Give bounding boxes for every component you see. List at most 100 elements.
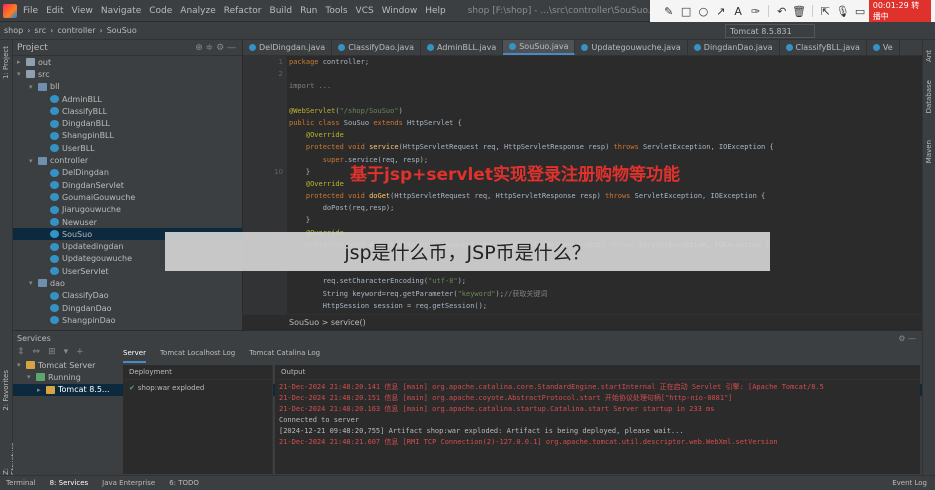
circle-icon[interactable]: ○ xyxy=(695,5,712,18)
code-line[interactable]: req.setCharacterEncoding("utf-8"); xyxy=(289,275,919,287)
breadcrumb-item[interactable]: controller xyxy=(57,26,95,35)
chevron-down-icon[interactable]: ▾ xyxy=(29,83,38,91)
tree-item[interactable]: DingdanServlet xyxy=(13,179,242,191)
database-tool-tab[interactable]: Database xyxy=(925,80,933,113)
java-enterprise-tab[interactable]: Java Enterprise xyxy=(102,479,155,487)
tree-item[interactable]: ▾ bll xyxy=(13,81,242,93)
editor-tab[interactable]: ClassifyBLL.java xyxy=(780,40,867,55)
code-line[interactable] xyxy=(289,93,919,105)
chevron-down-icon[interactable]: ▾ xyxy=(17,70,26,78)
expand-icon[interactable]: ⇕ xyxy=(17,347,25,357)
tree-item[interactable]: ▸ out xyxy=(13,56,242,68)
code-line[interactable]: @Override xyxy=(289,129,919,141)
deployment-item[interactable]: ✔ shop:war exploded xyxy=(123,380,272,396)
editor-breadcrumb[interactable]: SouSuo > service() xyxy=(243,314,922,330)
code-line[interactable]: @WebServlet("/shop/SouSuo") xyxy=(289,105,919,117)
code-line[interactable]: HttpSession session = req.getSession(); xyxy=(289,300,919,312)
recording-timer[interactable]: 00:01:29 转播中 xyxy=(868,0,931,24)
breadcrumb-item[interactable]: shop xyxy=(4,26,23,35)
collapse-icon[interactable]: ⇔ xyxy=(33,347,41,357)
tree-item[interactable]: AdminBLL xyxy=(13,93,242,105)
tree-item[interactable]: ClassifyBLL xyxy=(13,105,242,117)
editor-tab[interactable]: Ve xyxy=(867,40,900,55)
console-output[interactable]: 21-Dec-2024 21:48:20.141 信息 [main] org.a… xyxy=(275,380,920,450)
menu-item-code[interactable]: Code xyxy=(149,6,172,16)
menu-item-help[interactable]: Help xyxy=(425,6,446,16)
menu-item-window[interactable]: Window xyxy=(382,6,418,16)
tree-item[interactable]: ▾ controller xyxy=(13,154,242,166)
camera-icon[interactable]: ▭ xyxy=(851,5,868,18)
maven-tool-tab[interactable]: Maven xyxy=(925,140,933,163)
code-line[interactable]: import ... xyxy=(289,80,919,92)
editor-tab[interactable]: ClassifyDao.java xyxy=(332,40,422,55)
code-line[interactable]: String keyword=req.getParameter("keyword… xyxy=(289,288,919,300)
code-line[interactable]: package controller; xyxy=(289,56,919,68)
tree-item[interactable]: Jiarugouwuche xyxy=(13,204,242,216)
terminal-tab[interactable]: Terminal xyxy=(6,479,36,487)
code-line[interactable]: protected void service(HttpServletReques… xyxy=(289,141,919,153)
project-panel-title[interactable]: Project xyxy=(17,43,48,53)
tab-localhost-log[interactable]: Tomcat Localhost Log xyxy=(160,349,235,363)
code-area[interactable]: package controller; import ... @WebServlet… xyxy=(289,56,919,314)
tree-item[interactable]: ShangpinBLL xyxy=(13,130,242,142)
favorites-tool-tab[interactable]: 2: Favorites xyxy=(2,370,10,411)
tree-item[interactable]: ClassifyDao xyxy=(13,290,242,302)
tree-item[interactable]: ▾ src xyxy=(13,68,242,80)
run-configuration-select[interactable]: Tomcat 8.5.831 xyxy=(725,24,815,38)
group-icon[interactable]: ⊞ xyxy=(48,347,56,357)
menu-item-run[interactable]: Run xyxy=(300,6,317,16)
menu-item-tools[interactable]: Tools xyxy=(325,6,347,16)
text-icon[interactable]: A xyxy=(729,5,746,18)
tree-item[interactable]: DingdanDao xyxy=(13,302,242,314)
trash-icon[interactable]: 🗑 xyxy=(790,5,807,18)
tree-item[interactable]: GoumaiGouwuche xyxy=(13,191,242,203)
arrow-icon[interactable]: ↗ xyxy=(712,5,729,18)
tree-item[interactable]: Newuser xyxy=(13,216,242,228)
chevron-down-icon[interactable]: ▾ xyxy=(29,157,38,165)
editor-tab[interactable]: DelDingdan.java xyxy=(243,40,333,55)
chevron-down-icon[interactable]: ▾ xyxy=(29,279,38,287)
code-line[interactable]: } xyxy=(289,214,919,226)
panel-settings-icon[interactable]: ⊕ ≑ ⚙ — xyxy=(195,43,236,53)
undo-icon[interactable]: ↶ xyxy=(773,5,790,18)
tree-item[interactable]: DelDingdan xyxy=(13,167,242,179)
menu-item-refactor[interactable]: Refactor xyxy=(224,6,262,16)
menu-item-build[interactable]: Build xyxy=(270,6,293,16)
code-line[interactable]: public class SouSuo extends HttpServlet … xyxy=(289,117,919,129)
editor-tab[interactable]: SouSuo.java xyxy=(503,40,576,55)
menu-item-edit[interactable]: Edit xyxy=(46,6,63,16)
event-log-tab[interactable]: Event Log xyxy=(892,479,927,487)
code-line[interactable] xyxy=(289,68,919,80)
services-tab[interactable]: 8: Services xyxy=(50,479,89,487)
chevron-right-icon[interactable]: ▸ xyxy=(17,58,26,66)
editor-tab[interactable]: AdminBLL.java xyxy=(421,40,504,55)
editor-tab[interactable]: Updategouwuche.java xyxy=(575,40,688,55)
mic-icon[interactable]: 🎙 xyxy=(834,5,851,18)
editor-tab[interactable]: DingdanDao.java xyxy=(688,40,780,55)
menu-item-vcs[interactable]: VCS xyxy=(356,6,374,16)
ant-tool-tab[interactable]: Ant xyxy=(925,50,933,62)
breadcrumb-item[interactable]: SouSuo xyxy=(107,26,137,35)
code-line[interactable]: doPost(req,resp); xyxy=(289,202,919,214)
pen-icon[interactable]: ✎ xyxy=(660,5,677,18)
add-icon[interactable]: + xyxy=(76,347,84,357)
panel-settings-icon[interactable]: ⚙ — xyxy=(898,334,916,343)
tree-item[interactable]: UserBLL xyxy=(13,142,242,154)
menu-item-analyze[interactable]: Analyze xyxy=(180,6,215,16)
tree-item[interactable]: DingdanBLL xyxy=(13,117,242,129)
todo-tab[interactable]: 6: TODO xyxy=(169,479,199,487)
menu-item-navigate[interactable]: Navigate xyxy=(101,6,141,16)
pointer-icon[interactable]: ⇱ xyxy=(817,5,834,18)
filter-icon[interactable]: ▾ xyxy=(64,347,69,357)
tab-server[interactable]: Server xyxy=(123,349,146,363)
menu-item-file[interactable]: File xyxy=(23,6,38,16)
tree-item[interactable]: ShangpinDao xyxy=(13,314,242,326)
menu-item-view[interactable]: View xyxy=(72,6,93,16)
project-tool-tab[interactable]: 1: Project xyxy=(2,46,10,79)
square-icon[interactable]: □ xyxy=(677,5,694,18)
tree-item[interactable]: ▾ dao xyxy=(13,277,242,289)
marker-icon[interactable]: ✑ xyxy=(747,5,764,18)
breadcrumb-item[interactable]: src xyxy=(34,26,46,35)
tab-catalina-log[interactable]: Tomcat Catalina Log xyxy=(249,349,320,363)
code-line[interactable]: protected void doGet(HttpServletRequest … xyxy=(289,190,919,202)
